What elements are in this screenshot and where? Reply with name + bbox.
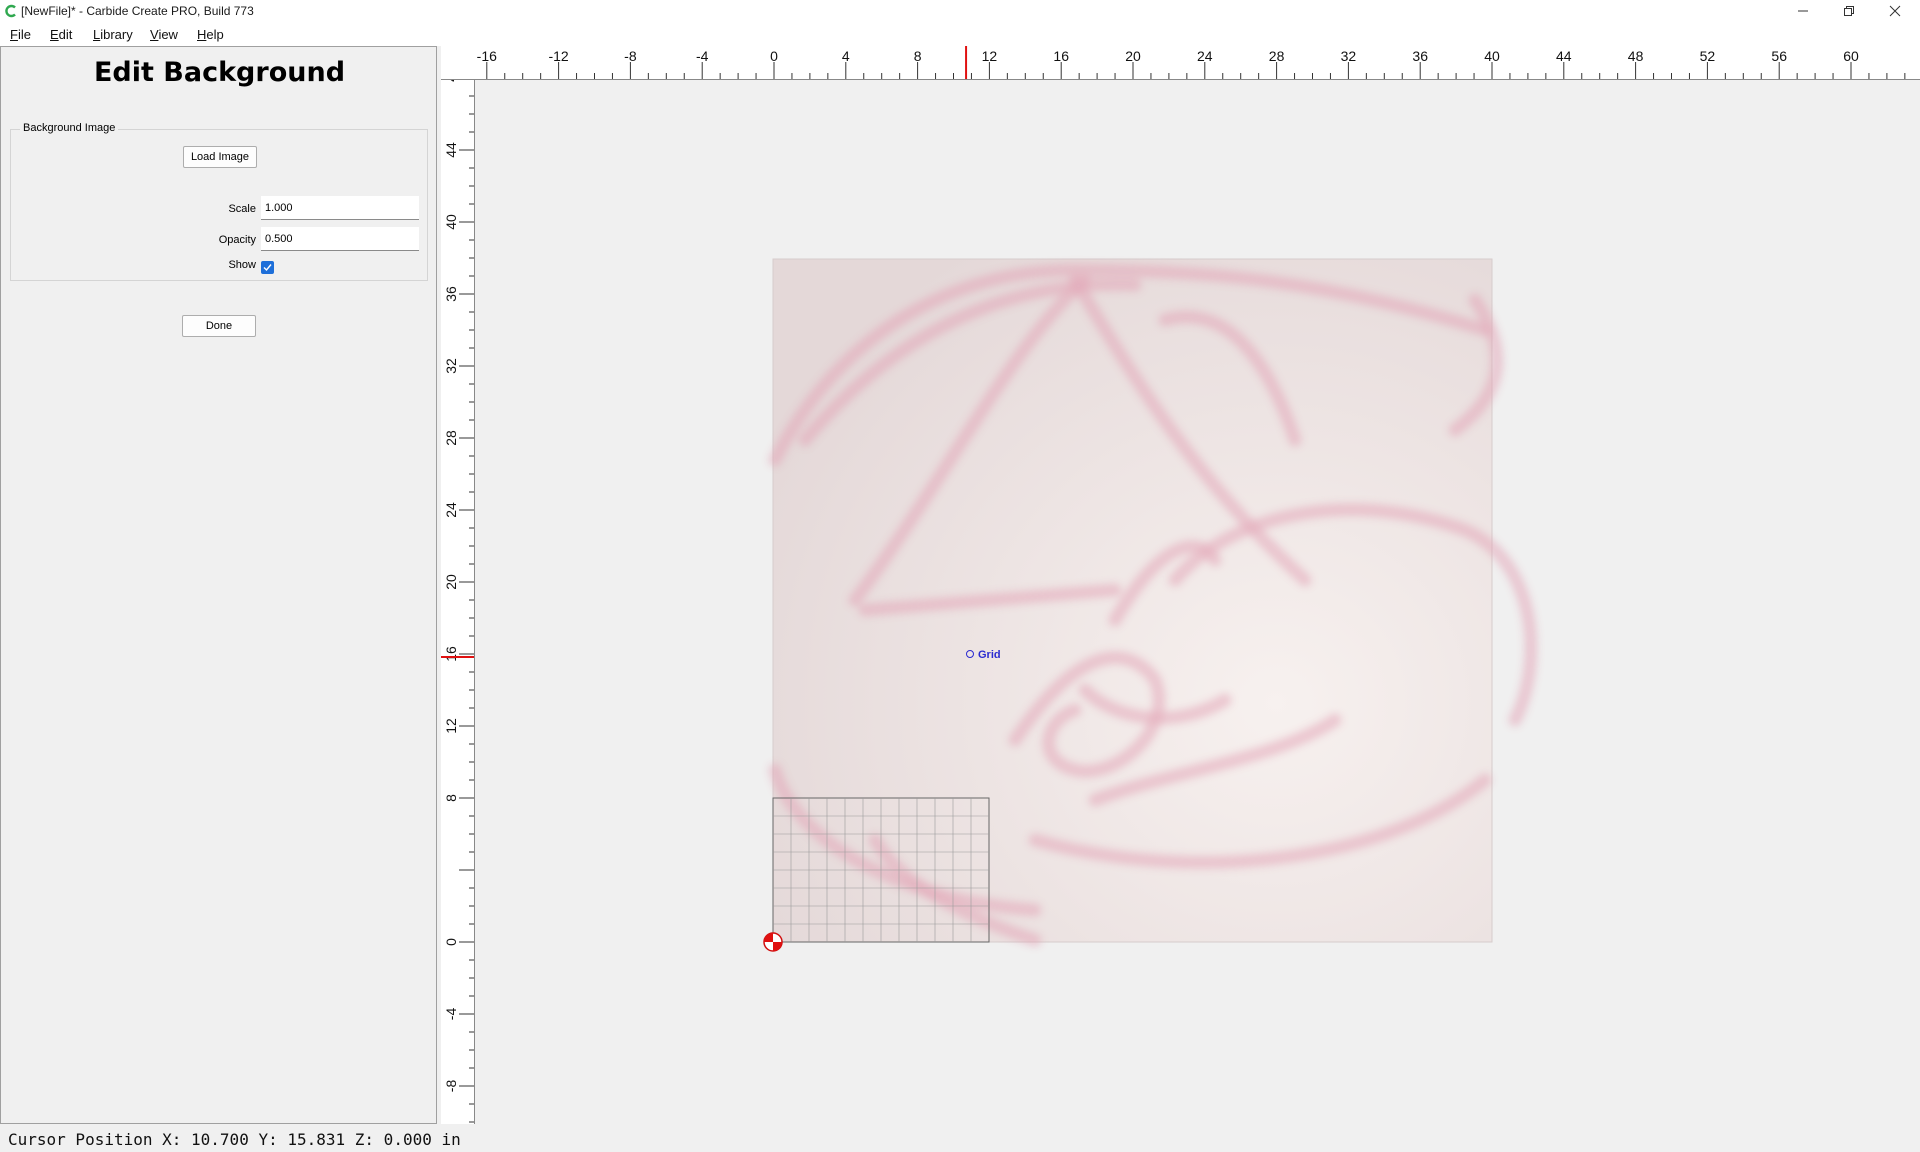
v-ruler-tick-label: 44	[443, 142, 459, 158]
origin-marker-icon	[763, 932, 783, 952]
v-ruler-tick-label: -4	[443, 1008, 459, 1021]
grid-label: Grid	[978, 649, 1001, 661]
h-ruler-tick-label: 60	[1843, 48, 1859, 64]
h-ruler-tick-label: 8	[914, 48, 922, 64]
design-canvas[interactable]: Grid	[475, 80, 1920, 1124]
close-button[interactable]	[1872, 0, 1918, 22]
h-ruler-tick-label: -16	[477, 48, 497, 64]
menu-help[interactable]: Help	[197, 27, 224, 42]
h-ruler-tick-label: 44	[1556, 48, 1572, 64]
h-ruler-tick-label: 56	[1771, 48, 1787, 64]
v-ruler-tick-label: 12	[443, 718, 459, 734]
h-ruler-tick-label: 12	[982, 48, 998, 64]
v-ruler-tick-label: 0	[443, 938, 459, 946]
edit-background-panel: Edit Background Background Image Load Im…	[0, 46, 437, 1124]
restore-button[interactable]	[1826, 0, 1872, 22]
h-ruler-tick-label: 4	[842, 48, 850, 64]
restore-icon	[1844, 6, 1854, 16]
v-ruler-tick-label: -8	[443, 1080, 459, 1093]
h-ruler-tick-label: 36	[1412, 48, 1428, 64]
load-image-button[interactable]: Load Image	[183, 146, 257, 168]
h-ruler-tick-label: 40	[1484, 48, 1500, 64]
h-ruler-tick-label: 0	[770, 48, 778, 64]
minimize-icon	[1798, 10, 1808, 12]
minimize-button[interactable]	[1780, 0, 1826, 22]
done-button[interactable]: Done	[182, 315, 256, 337]
scale-input[interactable]: 1.000	[261, 196, 419, 220]
window-title: [NewFile]* - Carbide Create PRO, Build 7…	[21, 4, 254, 18]
carbide-logo-icon	[5, 4, 16, 18]
cursor-position: Cursor Position X: 10.700 Y: 15.831 Z: 0…	[8, 1130, 461, 1149]
menu-view[interactable]: View	[150, 27, 178, 42]
menu-bar: File Edit Library View Help	[0, 22, 1920, 46]
checkmark-icon	[263, 264, 272, 272]
vertical-ruler[interactable]: 444036322824201612840-4-84	[441, 80, 475, 1124]
menu-edit[interactable]: Edit	[50, 27, 72, 42]
panel-title: Edit Background	[93, 57, 346, 88]
close-icon	[1889, 5, 1901, 17]
v-ruler-tick-label: 4	[443, 80, 459, 82]
opacity-label: Opacity	[218, 234, 256, 246]
h-ruler-tick-label: -12	[548, 48, 568, 64]
menu-file[interactable]: File	[10, 27, 31, 42]
h-ruler-tick-label: 48	[1628, 48, 1644, 64]
opacity-input[interactable]: 0.500	[261, 227, 419, 251]
h-ruler-tick-label: -8	[624, 48, 637, 64]
h-ruler-tick-label: -4	[696, 48, 709, 64]
v-ruler-tick-label: 28	[443, 430, 459, 446]
group-label: Background Image	[20, 122, 119, 134]
h-ruler-tick-label: 52	[1700, 48, 1716, 64]
v-ruler-tick-label: 8	[443, 794, 459, 802]
canvas-drawing: Grid	[763, 258, 1538, 952]
v-ruler-tick-label: 32	[443, 358, 459, 374]
status-bar: Cursor Position X: 10.700 Y: 15.831 Z: 0…	[0, 1124, 1920, 1152]
v-ruler-tick-label: 40	[443, 214, 459, 230]
title-bar: [NewFile]* - Carbide Create PRO, Build 7…	[0, 0, 1920, 22]
h-ruler-tick-label: 32	[1341, 48, 1357, 64]
horizontal-ruler[interactable]: -16 -12 -8 -4 0 4 8 12 16 20 24 28 32 36 40 44 48 52 56 60	[441, 46, 1920, 80]
v-ruler-tick-label: 36	[443, 286, 459, 302]
show-checkbox[interactable]	[261, 261, 274, 274]
scale-label: Scale	[228, 203, 256, 215]
background-image	[768, 258, 1538, 947]
h-ruler-tick-label: 16	[1053, 48, 1069, 64]
show-label: Show	[228, 259, 256, 271]
h-ruler-tick-label: 28	[1269, 48, 1285, 64]
h-ruler-tick-label: 24	[1197, 48, 1213, 64]
menu-library[interactable]: Library	[93, 27, 133, 42]
background-image-group: Background Image Load Image Scale 1.000 …	[10, 122, 428, 281]
h-ruler-tick-label: 20	[1125, 48, 1141, 64]
v-ruler-tick-label: 16	[443, 646, 459, 662]
v-ruler-tick-label: 24	[443, 502, 459, 518]
v-ruler-tick-label: 20	[443, 574, 459, 590]
